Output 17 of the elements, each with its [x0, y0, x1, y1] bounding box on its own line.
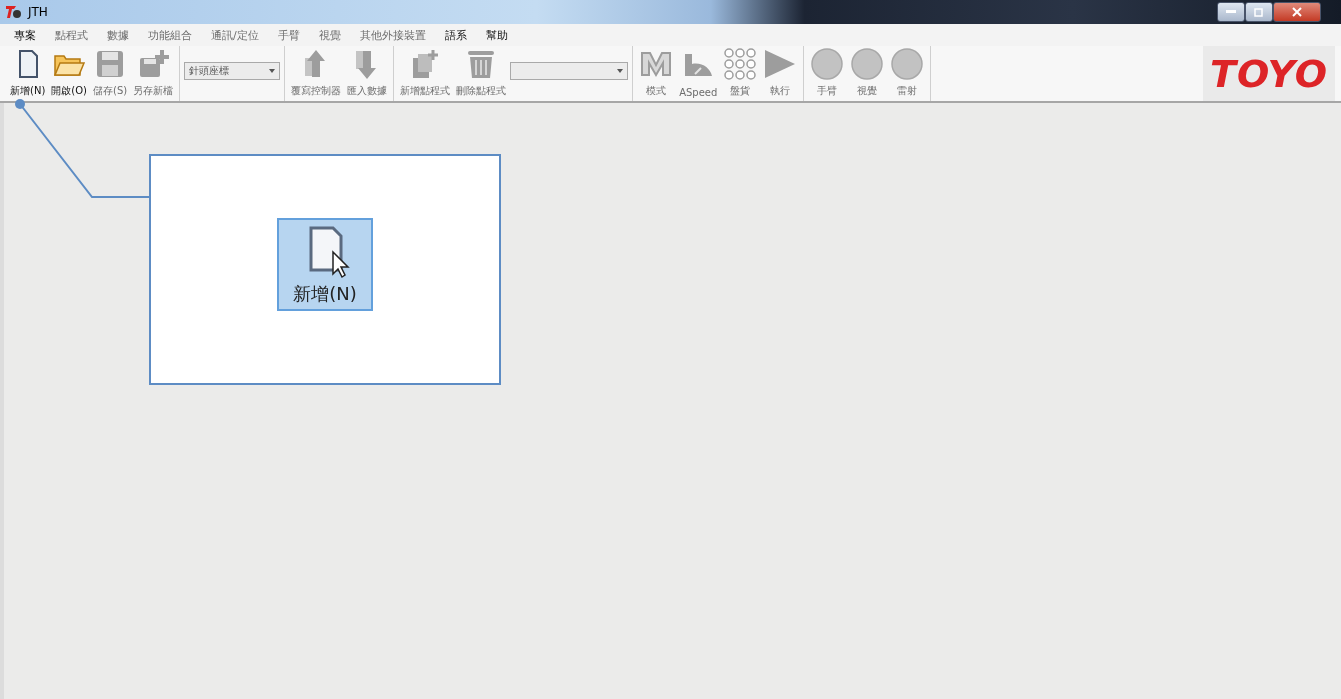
caret-icon [269, 69, 276, 73]
restore-button[interactable] [1245, 2, 1273, 22]
new-button[interactable]: 新增(N) [277, 218, 373, 311]
logo: TOYO [1203, 46, 1335, 101]
caret-icon [617, 69, 624, 73]
close-button[interactable] [1273, 2, 1321, 22]
close-icon [1292, 7, 1302, 17]
minimize-button[interactable] [1217, 2, 1245, 22]
menu-item[interactable]: 語系 [444, 27, 467, 43]
toolbar-button[interactable]: 新增(N) [8, 48, 48, 98]
restore-icon [1254, 7, 1264, 17]
menu-item[interactable]: 幫助 [485, 27, 508, 43]
window-title: JTH [28, 5, 48, 19]
toolbar-button[interactable]: 開啟(O) [49, 48, 89, 98]
minimize-icon [1226, 10, 1236, 14]
menu-item[interactable]: 專案 [14, 27, 36, 43]
app-logo-icon [6, 5, 22, 19]
